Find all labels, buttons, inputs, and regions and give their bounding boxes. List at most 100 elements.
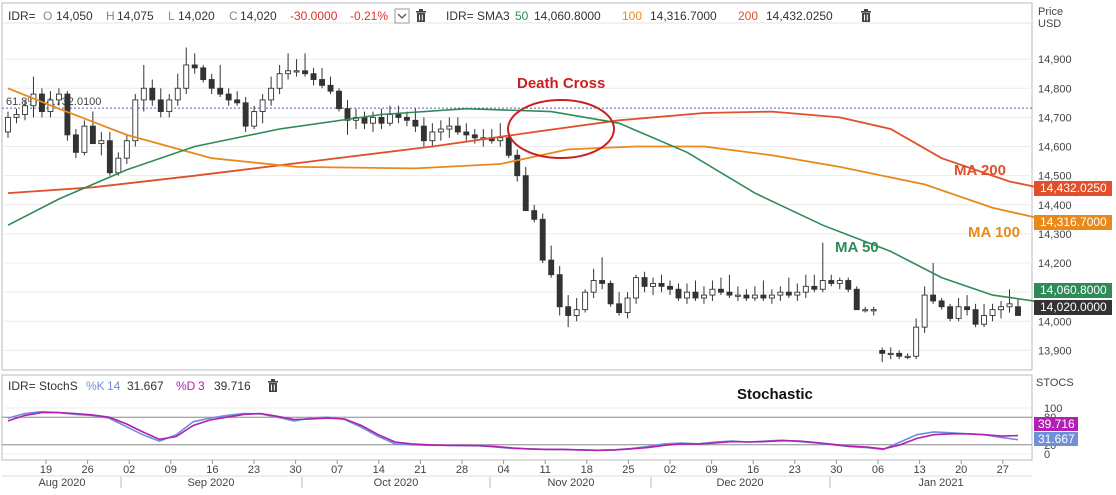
month-label: Nov 2020: [547, 477, 594, 489]
candle: [684, 283, 690, 304]
x-tick-label: 09: [705, 464, 717, 476]
candle: [336, 88, 342, 112]
candle: [675, 283, 682, 301]
candle: [378, 108, 385, 130]
candle: [166, 94, 173, 118]
price-badge-close: 14,020.0000: [1034, 300, 1112, 315]
candle: [98, 131, 105, 156]
stoch-header: IDR= StochS %K 14 31.667 %D 3 39.716: [8, 379, 251, 393]
svg-text:14,316.7000: 14,316.7000: [1040, 215, 1107, 229]
stoch-d-value: 39.716: [214, 379, 251, 393]
x-tick-label: 14: [373, 464, 385, 476]
ma100-label: MA 100: [968, 224, 1020, 241]
stoch-badge-k: 31.667: [1034, 432, 1078, 446]
stochastic-label: Stochastic: [737, 386, 813, 403]
candle: [938, 298, 945, 310]
candle: [174, 73, 181, 106]
x-tick-label: 28: [456, 464, 468, 476]
y-tick-label: 14,800: [1038, 83, 1072, 95]
candle: [514, 149, 521, 182]
x-tick-label: 19: [40, 464, 52, 476]
candle: [717, 277, 724, 296]
candle: [904, 353, 911, 360]
candle: [149, 79, 156, 106]
candle: [539, 213, 546, 264]
candle: [955, 298, 962, 322]
candle: [310, 67, 317, 86]
candle: [633, 274, 640, 304]
candle: [802, 274, 809, 298]
candle: [242, 97, 249, 132]
candle: [285, 53, 292, 80]
candle: [819, 242, 826, 293]
ma200-label: MA 200: [954, 162, 1006, 179]
candle: [140, 64, 147, 112]
y-tick-label: 14,300: [1038, 229, 1072, 241]
candle: [607, 280, 614, 307]
price-axis-title: Price: [1038, 6, 1063, 18]
candle: [251, 105, 258, 130]
candle: [870, 306, 877, 316]
x-tick-label: 13: [913, 464, 925, 476]
candle: [573, 298, 580, 322]
price-badge-ma200: 14,432.0250: [1034, 181, 1112, 196]
stoch-k-value: 31.667: [127, 379, 164, 393]
candle: [989, 303, 996, 322]
candle: [488, 129, 495, 144]
candle: [777, 286, 784, 301]
candle: [879, 347, 886, 363]
candle: [191, 53, 198, 74]
candle: [429, 123, 436, 147]
candle: [395, 105, 402, 124]
candle: [887, 347, 894, 360]
candle: [1006, 289, 1013, 313]
candle: [658, 274, 665, 293]
candle: [947, 303, 954, 322]
stoch-axis-title: STOCS: [1036, 377, 1074, 389]
candle: [361, 111, 368, 130]
candle: [862, 306, 869, 313]
x-tick-label: 26: [81, 464, 93, 476]
main-panel-frame: [1, 2, 1033, 371]
main-grid: [2, 58, 1032, 351]
candle: [845, 277, 852, 293]
candle: [582, 289, 589, 313]
candle: [208, 73, 215, 95]
candle: [641, 271, 648, 293]
candle: [293, 59, 300, 77]
trash-icon[interactable]: [268, 379, 278, 392]
x-tick-label: 21: [414, 464, 426, 476]
ohlc-change: -30.0000: [290, 9, 338, 23]
ohlc-close: 14,020: [240, 9, 277, 23]
candle: [386, 105, 393, 127]
candle: [463, 123, 470, 141]
candle: [692, 280, 699, 301]
chart-canvas: 61.8% 14,732.0100 Death Cross MA 200 MA …: [1, 2, 1112, 489]
fib-level: 61.8% 14,732.0100: [2, 96, 1032, 109]
candle: [548, 245, 555, 278]
svg-text:14,020.0000: 14,020.0000: [1040, 300, 1107, 314]
candle: [268, 76, 275, 106]
candle: [81, 120, 88, 156]
ohlc-symbol: IDR=: [8, 9, 36, 23]
candle: [624, 292, 631, 319]
chevron-down-icon[interactable]: [394, 8, 410, 24]
candle: [743, 289, 750, 301]
candle: [921, 286, 928, 333]
y-tick-label: 14,400: [1038, 200, 1072, 212]
trash-icon[interactable]: [416, 9, 426, 22]
candle: [599, 257, 606, 290]
x-tick-label: 16: [206, 464, 218, 476]
candle: [522, 166, 529, 212]
trash-icon[interactable]: [861, 9, 871, 22]
death-cross-label: Death Cross: [517, 75, 605, 92]
candle: [276, 64, 283, 95]
y-tick-label: 14,700: [1038, 112, 1072, 124]
x-tick-label: 30: [830, 464, 842, 476]
candle: [590, 268, 597, 298]
svg-text:39.716: 39.716: [1038, 417, 1075, 431]
x-tick-label: 23: [789, 464, 801, 476]
candle: [565, 295, 572, 328]
candle: [964, 295, 971, 316]
candle: [701, 286, 707, 304]
